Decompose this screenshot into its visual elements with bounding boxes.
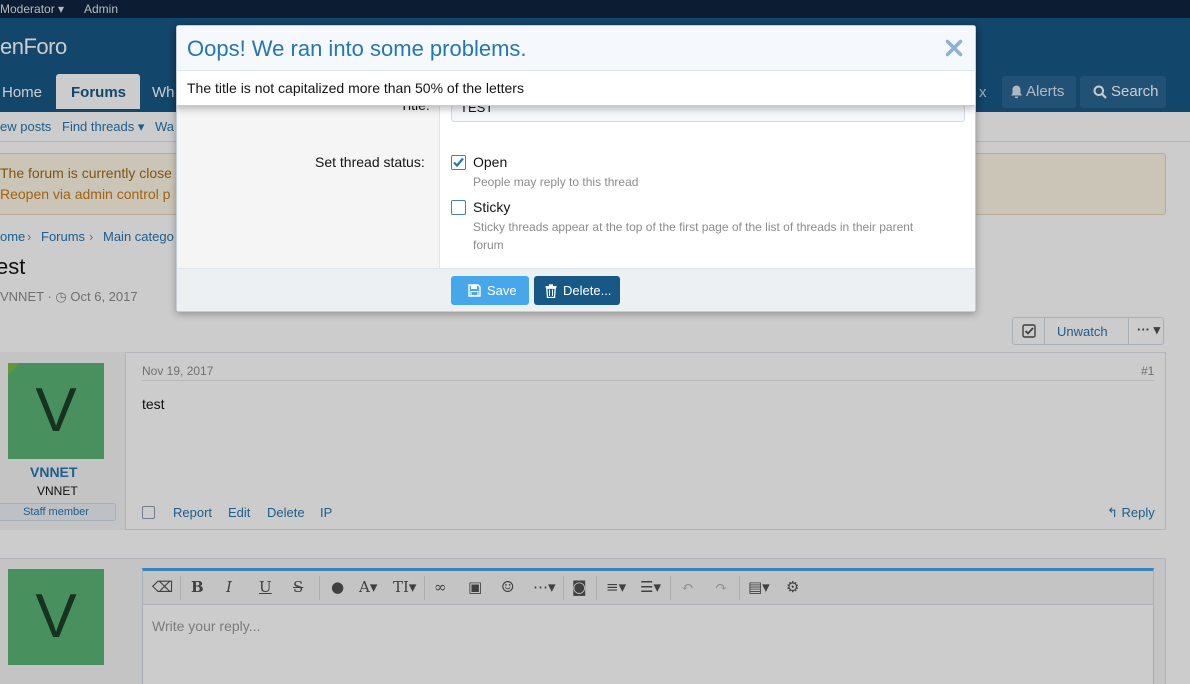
error-message: The title is not capitalized more than 5…: [187, 80, 524, 96]
modal-label-column: [177, 106, 440, 268]
close-button[interactable]: [944, 38, 964, 58]
sticky-option-hint-cont: forum: [473, 238, 504, 252]
sticky-checkbox[interactable]: [451, 200, 466, 215]
open-checkbox[interactable]: [451, 155, 466, 170]
save-icon: [468, 284, 481, 297]
error-title: Oops! We ran into some problems.: [187, 36, 527, 61]
delete-button[interactable]: Delete...: [534, 276, 620, 305]
thread-status-label: Set thread status:: [315, 154, 425, 170]
trash-icon: [545, 284, 557, 298]
open-option-label[interactable]: Open: [473, 154, 507, 170]
save-button[interactable]: Save: [451, 276, 529, 305]
checkmark-icon: [453, 157, 464, 168]
sticky-option-label[interactable]: Sticky: [473, 199, 510, 215]
sticky-option-hint: Sticky threads appear at the top of the …: [473, 220, 914, 234]
open-option-hint: People may reply to this thread: [473, 175, 639, 189]
close-icon: [945, 39, 963, 57]
